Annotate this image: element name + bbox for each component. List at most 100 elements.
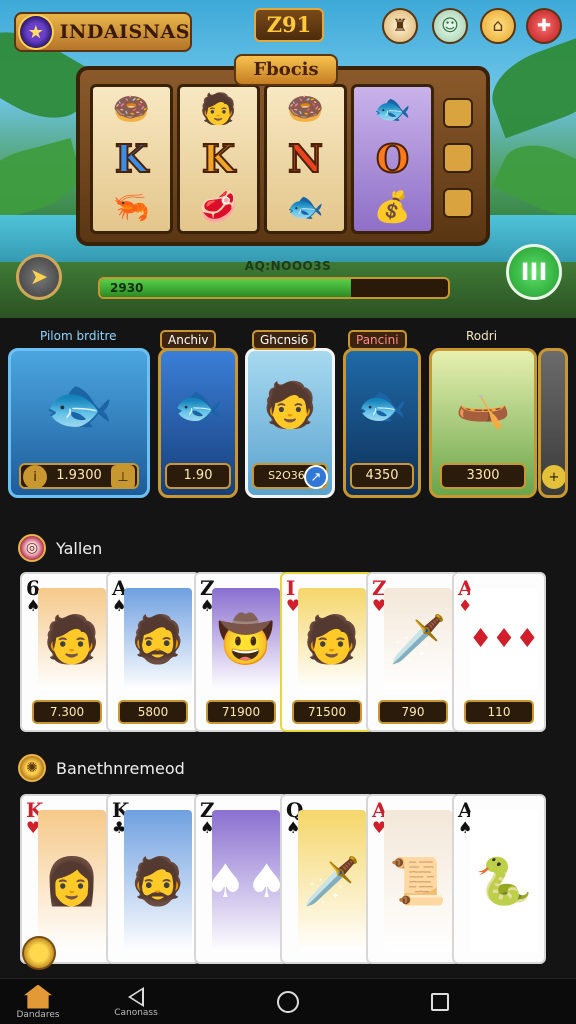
coin-balance: Z91	[254, 8, 324, 42]
coin-icon[interactable]	[22, 936, 56, 970]
card-price: 71900	[206, 700, 276, 724]
card-price: 790	[378, 700, 448, 724]
card-art: 🤠	[212, 588, 280, 690]
feature-price: 3300	[440, 463, 526, 489]
card-art: 🧑	[38, 588, 106, 690]
card-price: 71500	[292, 700, 362, 724]
card-art: 🐍	[470, 810, 538, 952]
nav-home-label: Dandares	[16, 1009, 60, 1020]
playing-card[interactable]: Z ♠ ♠♠	[194, 794, 288, 964]
feature-card[interactable]: 🧑 S2O361 ↗	[245, 348, 335, 498]
playing-card[interactable]: A ♠ 🧔 5800	[106, 572, 200, 732]
feature-label: Anchiv	[160, 330, 217, 350]
card-art: 🗡️	[384, 588, 452, 690]
nav-overview[interactable]	[422, 979, 458, 1024]
progress-text: 2930	[110, 281, 144, 295]
pause-button[interactable]: III	[506, 244, 562, 300]
reel-3: 🍩 N 🐟	[264, 84, 347, 234]
overview-square-icon	[431, 993, 449, 1011]
reel-symbol: N	[287, 135, 324, 181]
slot-title: Fbocis	[234, 54, 338, 86]
reel-symbol: 🐟	[373, 91, 412, 127]
reel-symbol: 🍩	[112, 91, 151, 127]
scroll-edge[interactable]: +	[538, 348, 568, 498]
leaf-decoration	[481, 31, 576, 139]
playing-card[interactable]: K ♣ 🧔	[106, 794, 200, 964]
brand-title: INDAISNAS	[59, 21, 190, 43]
playing-card[interactable]: A ♦ ♦♦♦ 110	[452, 572, 546, 732]
trophy-icon[interactable]: ♜	[382, 8, 418, 44]
card-art: 👩	[38, 810, 106, 952]
character-art: 🧑	[262, 380, 318, 431]
info-icon[interactable]: i	[23, 465, 47, 489]
medal-icon: ◎	[18, 534, 46, 562]
jackpot-progress-bar: 2930	[98, 277, 450, 299]
home-icon[interactable]: ⌂	[480, 8, 516, 44]
reel-symbol: 🍩	[286, 91, 325, 127]
playing-card[interactable]: I ♥ 🧑 71500	[280, 572, 374, 732]
card-row-2: K ♥ 👩 K ♣ 🧔 Z ♠ ♠♠ Q ♠ 🗡️ A ♥ 📜 A ♠ 🐍	[0, 794, 576, 966]
feature-card[interactable]: 🛶 3300	[429, 348, 537, 498]
nav-back[interactable]: Canonass	[100, 979, 172, 1024]
fish-art: 🐟	[44, 373, 114, 438]
jackpot-label: AQ:NOOO3S	[244, 259, 332, 273]
reel-symbol: 🐟	[286, 190, 325, 226]
reel-4: 🐟 O 💰	[351, 84, 434, 234]
card-price: 110	[464, 700, 534, 724]
feature-label: Pancini	[348, 330, 407, 350]
reel-symbol: 💰	[373, 190, 412, 226]
boat-art: 🛶	[455, 380, 511, 431]
slot-side-panel	[436, 90, 480, 226]
card-art: 🗡️	[298, 810, 366, 952]
reel-1: 🍩 K 🦐	[90, 84, 173, 234]
nav-home[interactable]: Dandares	[10, 979, 66, 1024]
fish-art: 🐟	[357, 382, 407, 429]
feature-label: Ghcnsi6	[252, 330, 317, 350]
share-icon[interactable]: ↗	[304, 465, 328, 489]
reel-symbol: K	[201, 135, 236, 181]
section-header: ✺ Banethnremeod	[18, 754, 185, 782]
card-art: 🧑	[298, 588, 366, 690]
fish-art: 🐟	[173, 382, 223, 429]
feature-cards: Pilom brditre 🐟 1.9300 i ⊥ Anchiv 🐟 1.90…	[0, 326, 576, 502]
reel-symbol: O	[375, 135, 410, 181]
back-icon	[128, 986, 144, 1007]
add-icon[interactable]: +	[542, 465, 565, 489]
cart-icon[interactable]: ⊥	[111, 465, 135, 489]
section-header: ◎ Yallen	[18, 534, 102, 562]
playing-card[interactable]: A ♥ 📜	[366, 794, 460, 964]
playing-card[interactable]: Z ♠ 🤠 71900	[194, 572, 288, 732]
playing-card[interactable]: Z ♥ 🗡️ 790	[366, 572, 460, 732]
home-circle-icon	[277, 991, 299, 1013]
feature-price: 4350	[350, 463, 414, 489]
card-row-1: 6 ♠ 🧑 7.300 A ♠ 🧔 5800 Z ♠ 🤠 71900 I ♥ 🧑 71500 Z ♥ 🗡️ 790 A ♦…	[0, 572, 576, 732]
reel-symbol: K	[114, 135, 149, 181]
brand-logo-icon: ★	[18, 14, 54, 50]
slot-reels: 🍩 K 🦐 🧑 K 🥩 🍩 N 🐟 🐟 O 💰	[90, 84, 434, 234]
leaf-decoration	[492, 131, 576, 229]
playing-card[interactable]: Q ♠ 🗡️	[280, 794, 374, 964]
reel-symbol: 🦐	[112, 190, 151, 226]
feature-card[interactable]: 🐟 1.9300 i ⊥	[8, 348, 150, 498]
system-navbar: Dandares Canonass	[0, 978, 576, 1024]
feature-card[interactable]: 🐟 4350	[343, 348, 421, 498]
card-art: ♠♠	[205, 810, 286, 952]
reel-symbol: 🧑	[199, 91, 238, 127]
spin-arrow-button[interactable]: ➤	[16, 254, 62, 300]
slot-rivet-icon	[443, 142, 473, 173]
feature-card[interactable]: 🐟 1.90	[158, 348, 238, 498]
reel-2: 🧑 K 🥩	[177, 84, 260, 234]
gift-icon[interactable]: ✚	[526, 8, 562, 44]
card-price: 7.300	[32, 700, 102, 724]
gear-icon: ✺	[18, 754, 46, 782]
brand-banner[interactable]: ★ INDAISNAS	[14, 12, 192, 52]
slot-machine[interactable]: 🍩 K 🦐 🧑 K 🥩 🍩 N 🐟 🐟 O 💰	[76, 66, 490, 246]
card-art: ♦♦♦	[469, 588, 539, 690]
reel-symbol: 🥩	[199, 190, 238, 226]
playing-card[interactable]: 6 ♠ 🧑 7.300	[20, 572, 114, 732]
card-art: 📜	[384, 810, 452, 952]
playing-card[interactable]: A ♠ 🐍	[452, 794, 546, 964]
profile-icon[interactable]: ☺	[432, 8, 468, 44]
feature-label: Pilom brditre	[40, 329, 117, 343]
nav-recents-home[interactable]	[270, 979, 306, 1024]
